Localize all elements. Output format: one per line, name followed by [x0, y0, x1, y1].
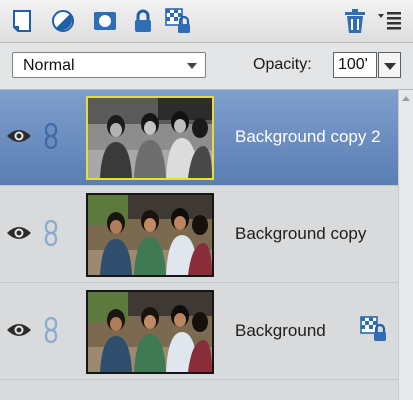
layer-thumbnail [86, 290, 214, 374]
layer-controls: Normal Opacity: [0, 43, 413, 90]
visibility-eye-icon[interactable] [6, 224, 32, 242]
layer-name: Background copy 2 [235, 127, 381, 146]
link-icon[interactable] [43, 219, 59, 247]
blend-mode-dropdown[interactable]: Normal [12, 52, 206, 78]
new-layer-icon[interactable] [10, 8, 36, 34]
visibility-eye-icon[interactable] [6, 127, 32, 145]
layer-mask-icon[interactable] [92, 8, 118, 34]
chevron-down-icon [384, 63, 396, 70]
trash-icon[interactable] [342, 8, 368, 34]
layer-thumbnail [86, 193, 214, 277]
layer-thumbnail [86, 96, 214, 180]
lock-transparency-icon[interactable] [165, 8, 191, 34]
layer-row[interactable]: Background copy 2 [0, 90, 398, 186]
layer-name: Background copy [235, 224, 367, 243]
layers-toolbar [0, 0, 413, 43]
layers-list: Background copy 2 Background copy Backgrou… [0, 90, 398, 400]
link-icon[interactable] [43, 122, 59, 150]
layers-scrollbar[interactable] [398, 90, 413, 400]
opacity-input[interactable] [333, 52, 377, 78]
layer-name: Background [235, 321, 326, 340]
opacity-label: Opacity: [253, 56, 312, 73]
adjustment-layer-icon[interactable] [50, 8, 76, 34]
layer-row[interactable]: Background copy [0, 187, 398, 283]
blend-mode-value: Normal [23, 57, 75, 74]
scroll-up-arrow-icon[interactable] [402, 96, 410, 101]
chevron-down-icon [187, 63, 197, 69]
panel-menu-icon[interactable] [377, 8, 403, 34]
layer-row[interactable]: Background [0, 284, 398, 380]
visibility-eye-icon[interactable] [6, 321, 32, 339]
lock-all-icon[interactable] [130, 8, 156, 34]
link-icon[interactable] [43, 316, 59, 344]
lock-transparency-badge-icon [360, 316, 388, 342]
opacity-dropdown-button[interactable] [378, 52, 401, 78]
